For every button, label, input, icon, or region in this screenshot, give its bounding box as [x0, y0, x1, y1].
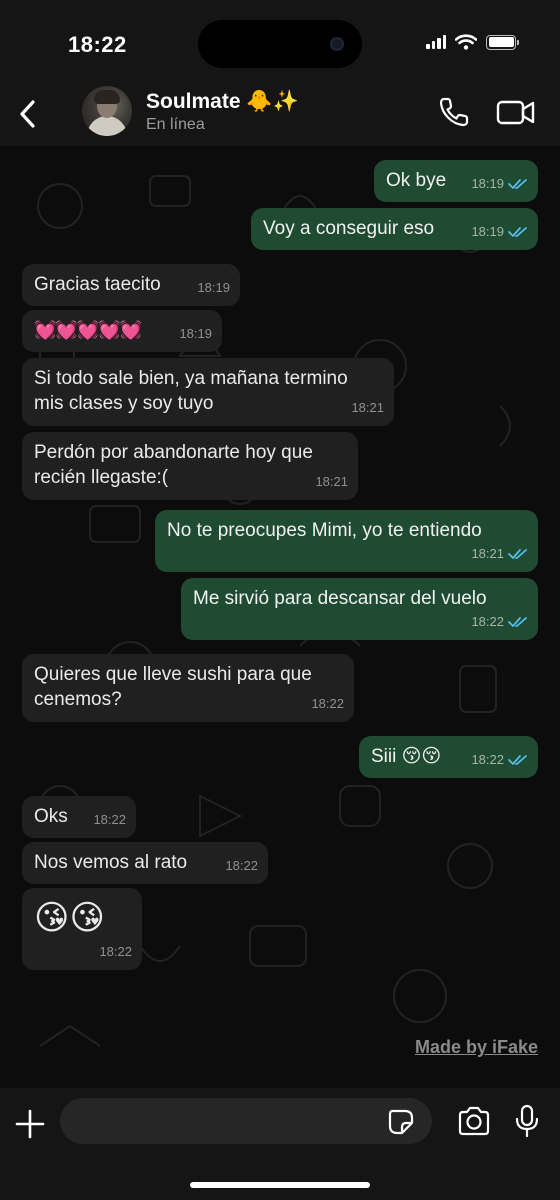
- message-bubble-incoming[interactable]: Gracias taecito 18:19: [22, 264, 240, 306]
- attach-button[interactable]: [14, 1108, 46, 1140]
- phone-icon: [439, 97, 469, 127]
- read-ticks-icon: [508, 226, 527, 237]
- message-time: 18:19: [471, 176, 504, 191]
- message-text: Perdón por abandonarte hoy que recién ll…: [34, 442, 313, 488]
- message-meta: 18:21: [351, 395, 384, 420]
- message-time: 18:21: [315, 474, 348, 489]
- message-text: Ok bye: [386, 170, 447, 191]
- back-button[interactable]: [12, 94, 42, 134]
- message-bubble-outgoing[interactable]: Voy a conseguir eso 18:19: [251, 208, 538, 250]
- contact-name[interactable]: Soulmate 🐥✨: [146, 90, 299, 114]
- front-camera-dot: [330, 37, 344, 51]
- message-bubble-incoming[interactable]: Si todo sale bien, ya mañana termino mis…: [22, 358, 394, 426]
- input-bar: [0, 1088, 560, 1200]
- message-text: Siii 😚😚: [371, 746, 442, 767]
- message-time: 18:21: [471, 546, 504, 561]
- back-chevron-icon: [20, 100, 35, 128]
- microphone-icon: [515, 1104, 539, 1138]
- message-bubble-outgoing[interactable]: Me sirvió para descansar del vuelo 18:22: [181, 578, 538, 640]
- message-text: Si todo sale bien, ya mañana termino mis…: [34, 368, 348, 414]
- message-text: No te preocupes Mimi, yo te entiendo: [167, 520, 482, 541]
- contact-avatar[interactable]: [82, 86, 132, 136]
- message-text: Nos vemos al rato: [34, 852, 188, 873]
- message-meta: 18:22: [99, 939, 132, 964]
- sticker-icon: [388, 1109, 414, 1135]
- message-time: 18:19: [197, 280, 230, 295]
- microphone-button[interactable]: [514, 1104, 540, 1138]
- status-bar: 18:22: [0, 0, 560, 84]
- message-bubble-incoming[interactable]: 😘😘 18:22: [22, 888, 142, 970]
- message-text: 💓💓💓💓💓: [34, 320, 142, 340]
- message-meta: 18:21: [315, 469, 348, 494]
- message-text: Gracias taecito: [34, 274, 161, 295]
- watermark: Made by iFake: [414, 1037, 538, 1057]
- read-ticks-icon: [508, 616, 527, 627]
- dynamic-island: [198, 20, 362, 68]
- sticker-button[interactable]: [388, 1109, 414, 1135]
- message-bubble-incoming[interactable]: Quieres que lleve sushi para que cenemos…: [22, 654, 354, 722]
- contact-status: En línea: [146, 116, 205, 133]
- chat-area[interactable]: Ok bye 18:19 Voy a conseguir eso 18:19 G…: [0, 146, 560, 1088]
- home-indicator[interactable]: [190, 1182, 370, 1188]
- message-time: 18:22: [311, 696, 344, 711]
- message-meta: 18:22: [93, 807, 126, 832]
- read-ticks-icon: [508, 548, 527, 559]
- message-input[interactable]: [60, 1098, 432, 1144]
- battery-icon: [486, 34, 519, 50]
- message-meta: 18:19: [471, 171, 528, 196]
- message-time: 18:19: [179, 326, 212, 341]
- message-text: 😘😘: [34, 899, 105, 937]
- system-icons: [426, 34, 519, 50]
- message-meta: 18:22: [471, 747, 528, 772]
- message-meta: 18:22: [311, 691, 344, 716]
- message-bubble-incoming[interactable]: Perdón por abandonarte hoy que recién ll…: [22, 432, 358, 500]
- video-call-button[interactable]: [496, 96, 536, 128]
- message-text: Quieres que lleve sushi para que cenemos…: [34, 664, 312, 710]
- message-meta: 18:19: [197, 275, 230, 300]
- wifi-icon: [455, 34, 477, 50]
- message-bubble-outgoing[interactable]: No te preocupes Mimi, yo te entiendo 18:…: [155, 510, 538, 572]
- message-meta: 18:19: [471, 219, 528, 244]
- read-ticks-icon: [508, 178, 527, 189]
- message-meta: 18:21: [471, 541, 528, 566]
- camera-button[interactable]: [457, 1106, 491, 1136]
- message-time: 18:19: [471, 224, 504, 239]
- video-camera-icon: [496, 100, 535, 125]
- message-bubble-outgoing[interactable]: Siii 😚😚 18:22: [359, 736, 538, 778]
- message-bubble-incoming[interactable]: 💓💓💓💓💓 18:19: [22, 310, 222, 352]
- plus-icon: [15, 1109, 45, 1139]
- message-time: 18:22: [471, 752, 504, 767]
- message-bubble-outgoing[interactable]: Ok bye 18:19: [374, 160, 538, 202]
- message-time: 18:22: [225, 858, 258, 873]
- message-meta: 18:22: [471, 609, 528, 634]
- message-text: Me sirvió para descansar del vuelo: [193, 588, 487, 609]
- read-ticks-icon: [508, 754, 527, 765]
- message-text: Voy a conseguir eso: [263, 218, 435, 239]
- message-time: 18:21: [351, 400, 384, 415]
- chat-header: Soulmate 🐥✨ En línea: [0, 84, 560, 146]
- message-time: 18:22: [99, 944, 132, 959]
- status-time: 18:22: [68, 32, 127, 57]
- voice-call-button[interactable]: [436, 94, 472, 130]
- cellular-signal-icon: [426, 35, 446, 49]
- message-bubble-incoming[interactable]: Nos vemos al rato 18:22: [22, 842, 268, 884]
- message-bubble-incoming[interactable]: Oks 18:22: [22, 796, 136, 838]
- message-text: Oks: [34, 806, 68, 827]
- camera-icon: [458, 1106, 490, 1136]
- message-time: 18:22: [93, 812, 126, 827]
- message-time: 18:22: [471, 614, 504, 629]
- message-meta: 18:19: [179, 321, 212, 346]
- message-meta: 18:22: [225, 853, 258, 878]
